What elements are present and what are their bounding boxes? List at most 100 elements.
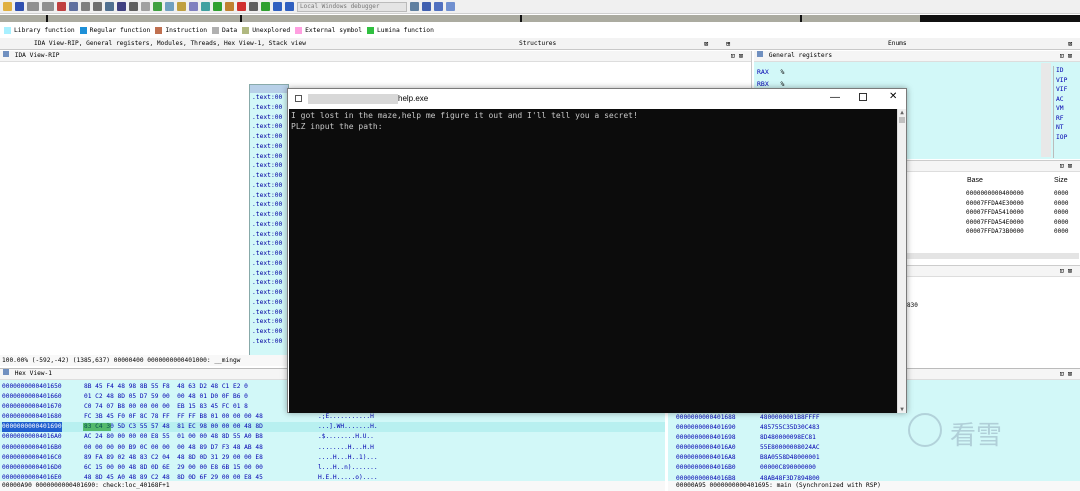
- text-line[interactable]: .text:00: [250, 239, 288, 249]
- module-base[interactable]: 00007FFDA73B0000: [966, 227, 1024, 237]
- pause-icon[interactable]: [273, 2, 282, 11]
- code-icon[interactable]: [117, 2, 126, 11]
- play-icon[interactable]: [261, 2, 270, 11]
- text-line[interactable]: .text:00: [250, 191, 288, 201]
- hex-row[interactable]: 00000000004016B0 00 00 00 00 B9 0C 00 00 …: [0, 443, 665, 453]
- text-line[interactable]: .text:00: [250, 210, 288, 220]
- tab-structures[interactable]: Structures: [519, 40, 556, 47]
- hex-row[interactable]: 00000000004016D0 6C 15 00 00 48 8D 0D 6E …: [0, 463, 665, 473]
- close-icon[interactable]: ⊠: [704, 40, 708, 48]
- breakpoint-icon[interactable]: [57, 2, 66, 11]
- patch-icon[interactable]: [225, 2, 234, 11]
- module-base[interactable]: 0000000000400000: [966, 189, 1024, 199]
- maximize-icon[interactable]: [859, 93, 867, 101]
- text-line[interactable]: .text:00: [250, 181, 288, 191]
- text-line[interactable]: .text:00: [250, 132, 288, 142]
- panel-controls[interactable]: ⊡⊠: [1060, 369, 1076, 379]
- tab-enums[interactable]: Enums: [888, 40, 907, 47]
- text-line[interactable]: .text:00: [250, 230, 288, 240]
- module-base[interactable]: 00007FFDA54E0000: [966, 218, 1024, 228]
- close-icon[interactable]: ✕: [889, 91, 897, 102]
- flag-item[interactable]: IOP: [1056, 133, 1079, 143]
- binary-search-icon[interactable]: [93, 2, 102, 11]
- text-line[interactable]: .text:00: [250, 171, 288, 181]
- flag-item[interactable]: VIF: [1056, 85, 1079, 95]
- hex-row[interactable]: 0000000000401690 83 C4 30 5D C3 55 57 48 …: [0, 422, 665, 433]
- graph-icon[interactable]: [201, 2, 210, 11]
- panel-controls[interactable]: ⊡⊠: [1060, 266, 1076, 276]
- text-line[interactable]: .text:00: [250, 259, 288, 269]
- hex-row[interactable]: 00000000004016A0 AC 24 80 00 00 00 E8 55 …: [0, 432, 665, 442]
- text-line[interactable]: .text:00: [250, 152, 288, 162]
- pencil-icon[interactable]: [213, 2, 222, 11]
- scroll-down-icon[interactable]: ▼: [898, 406, 906, 413]
- text-search-icon[interactable]: [105, 2, 114, 11]
- text-line[interactable]: .text:00: [250, 93, 288, 103]
- modules-scrollbar[interactable]: [904, 253, 1079, 259]
- text-line[interactable]: .text:00: [250, 161, 288, 171]
- hex-row[interactable]: 00000000004016C0 89 FA 89 02 48 83 C2 04 …: [0, 453, 665, 463]
- data-icon[interactable]: [129, 2, 138, 11]
- search-icon[interactable]: [81, 2, 90, 11]
- open-icon[interactable]: [3, 2, 12, 11]
- register-row[interactable]: RAX %: [757, 67, 784, 79]
- enum-icon[interactable]: [177, 2, 186, 11]
- debugger-select[interactable]: Local Windows debugger: [297, 1, 407, 12]
- text-line[interactable]: .text:00: [250, 122, 288, 132]
- console-window[interactable]: help.exe — ✕ I got lost in the maze,help…: [287, 88, 907, 413]
- list2-icon[interactable]: [249, 2, 258, 11]
- flag-item[interactable]: VM: [1056, 104, 1079, 114]
- text-line[interactable]: .text:00: [250, 317, 288, 327]
- text-line[interactable]: .text:00: [250, 113, 288, 123]
- stop-icon[interactable]: [285, 2, 294, 11]
- text-line[interactable]: .text:00: [250, 103, 288, 113]
- xref-icon[interactable]: [189, 2, 198, 11]
- back-icon[interactable]: [27, 2, 39, 11]
- minimize-icon[interactable]: —: [830, 92, 840, 103]
- console-titlebar[interactable]: help.exe — ✕: [288, 89, 906, 109]
- step-icon[interactable]: [422, 2, 431, 11]
- process-icon[interactable]: [434, 2, 443, 11]
- flag-item[interactable]: RF: [1056, 114, 1079, 124]
- panel-controls[interactable]: ⊡⊠: [1060, 161, 1076, 171]
- modules-base-header: Base: [967, 177, 983, 184]
- module-base[interactable]: 00007FFDA4E30000: [966, 199, 1024, 209]
- text-line[interactable]: .text:00: [250, 327, 288, 337]
- text-line[interactable]: .text:00: [250, 200, 288, 210]
- text-line[interactable]: .text:00: [250, 278, 288, 288]
- console-output[interactable]: I got lost in the maze,help me figure it…: [289, 109, 898, 413]
- text-line[interactable]: .text:00: [250, 220, 288, 230]
- module-base[interactable]: 00007FFDA5410000: [966, 208, 1024, 218]
- flag-item[interactable]: NT: [1056, 123, 1079, 133]
- tab-main[interactable]: IDA View-RIP, General registers, Modules…: [34, 40, 306, 47]
- debug-options-icon[interactable]: [410, 2, 419, 11]
- registers-scrollbar[interactable]: [1041, 63, 1051, 157]
- forward-icon[interactable]: [42, 2, 54, 11]
- list-icon[interactable]: [69, 2, 78, 11]
- scroll-thumb[interactable]: [899, 117, 905, 123]
- structure-icon[interactable]: [165, 2, 174, 11]
- panel-controls[interactable]: ⊡⊠: [731, 51, 747, 61]
- panel-controls[interactable]: ⊡⊠: [1060, 51, 1076, 61]
- text-listing[interactable]: .text:00 .text:00 .text:00 .text:00 .text:00…: [249, 84, 289, 356]
- save-icon[interactable]: [15, 2, 24, 11]
- text-line[interactable]: .text:00: [250, 308, 288, 318]
- text-line[interactable]: .text:00: [250, 337, 288, 347]
- console-scrollbar[interactable]: ▲ ▼: [897, 109, 906, 413]
- trace-icon[interactable]: [446, 2, 455, 11]
- close-icon[interactable]: ⊠: [1068, 40, 1072, 48]
- hex-row[interactable]: 0000000000401680 FC 3B 45 F0 0F 8C 78 FF …: [0, 412, 665, 422]
- text-line[interactable]: .text:00: [250, 269, 288, 279]
- navigation-band[interactable]: [0, 15, 1080, 22]
- text-line[interactable]: .text:00: [250, 249, 288, 259]
- flag-item[interactable]: VIP: [1056, 76, 1079, 86]
- scroll-up-icon[interactable]: ▲: [898, 109, 906, 116]
- flag-item[interactable]: ID: [1056, 66, 1079, 76]
- text-line[interactable]: .text:00: [250, 288, 288, 298]
- func-icon[interactable]: [153, 2, 162, 11]
- undefine-icon[interactable]: [141, 2, 150, 11]
- text-line[interactable]: .text:00: [250, 298, 288, 308]
- flag-item[interactable]: AC: [1056, 95, 1079, 105]
- text-line[interactable]: .text:00: [250, 142, 288, 152]
- close-x-icon[interactable]: [237, 2, 246, 11]
